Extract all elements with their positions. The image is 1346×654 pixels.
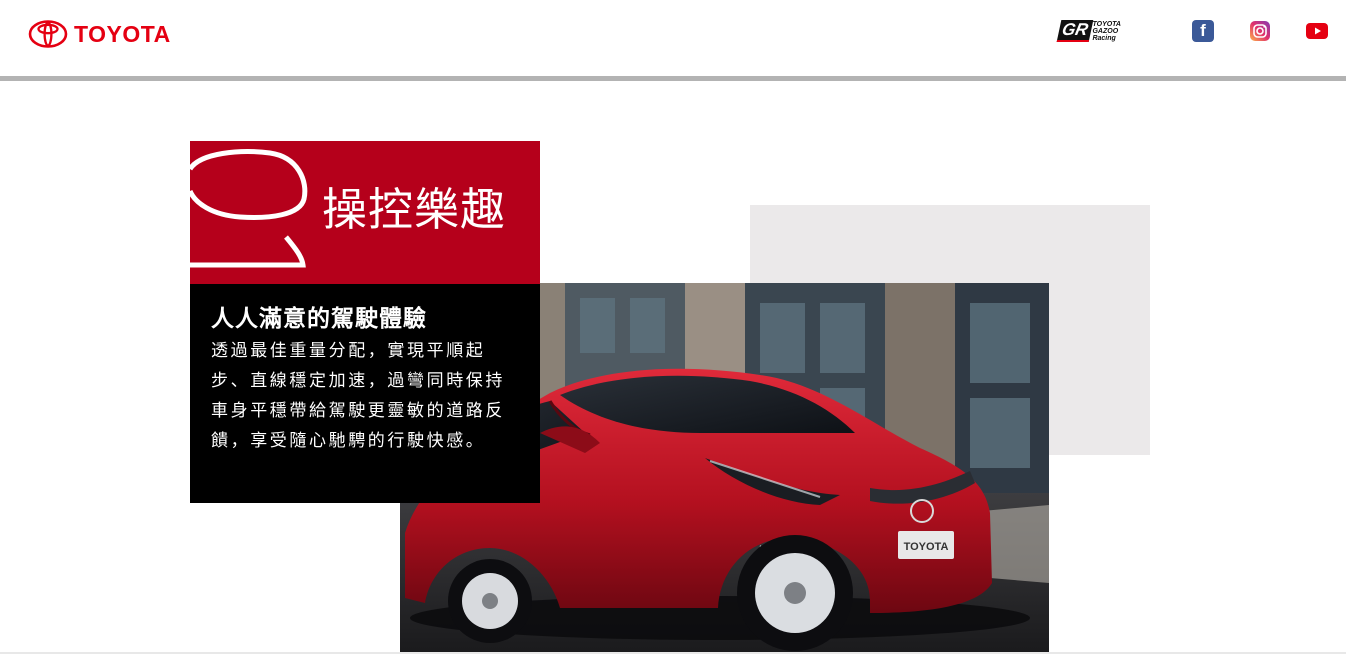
- feature-title: 操控樂趣: [322, 183, 507, 236]
- feature-body-text: 透過最佳重量分配，實現平順起步、直線穩定加速，過彎同時保持車身平穩帶給駕駛更靈敏…: [211, 341, 505, 451]
- facebook-glyph: f: [1200, 21, 1206, 40]
- gazoo-racing-logo-link[interactable]: GR TOYOTA GAZOO Racing: [1056, 20, 1121, 42]
- feature-heading: 人人滿意的駕駛體驗: [211, 306, 427, 332]
- social-links: GR TOYOTA GAZOO Racing f: [1056, 20, 1328, 42]
- instagram-icon[interactable]: [1249, 20, 1271, 42]
- facebook-icon[interactable]: f: [1192, 20, 1214, 42]
- toyota-logo-link[interactable]: TOYOTA: [28, 19, 171, 49]
- site-header: TOYOTA GR TOYOTA GAZOO Racing f: [0, 0, 1346, 76]
- toyota-emblem-icon: [28, 20, 68, 48]
- youtube-glyph: [1306, 23, 1328, 39]
- header-divider: [0, 76, 1346, 81]
- license-plate-text: TOYOTA: [904, 541, 949, 553]
- youtube-icon[interactable]: [1306, 20, 1328, 42]
- gr-line-3: Racing: [1092, 34, 1116, 42]
- gr-mark: GR: [1056, 20, 1093, 42]
- feature-description-card: 人人滿意的駕駛體驗 透過最佳重量分配，實現平順起步、直線穩定加速，過彎同時保持車…: [190, 284, 540, 503]
- chapter-number-graphic: [190, 149, 308, 268]
- instagram-glyph: [1250, 21, 1270, 41]
- gr-line-1: TOYOTA: [1092, 20, 1121, 28]
- gr-wordmark: TOYOTA GAZOO Racing: [1092, 21, 1121, 42]
- brand-name: TOYOTA: [74, 21, 171, 47]
- gr-line-2: GAZOO: [1092, 27, 1119, 35]
